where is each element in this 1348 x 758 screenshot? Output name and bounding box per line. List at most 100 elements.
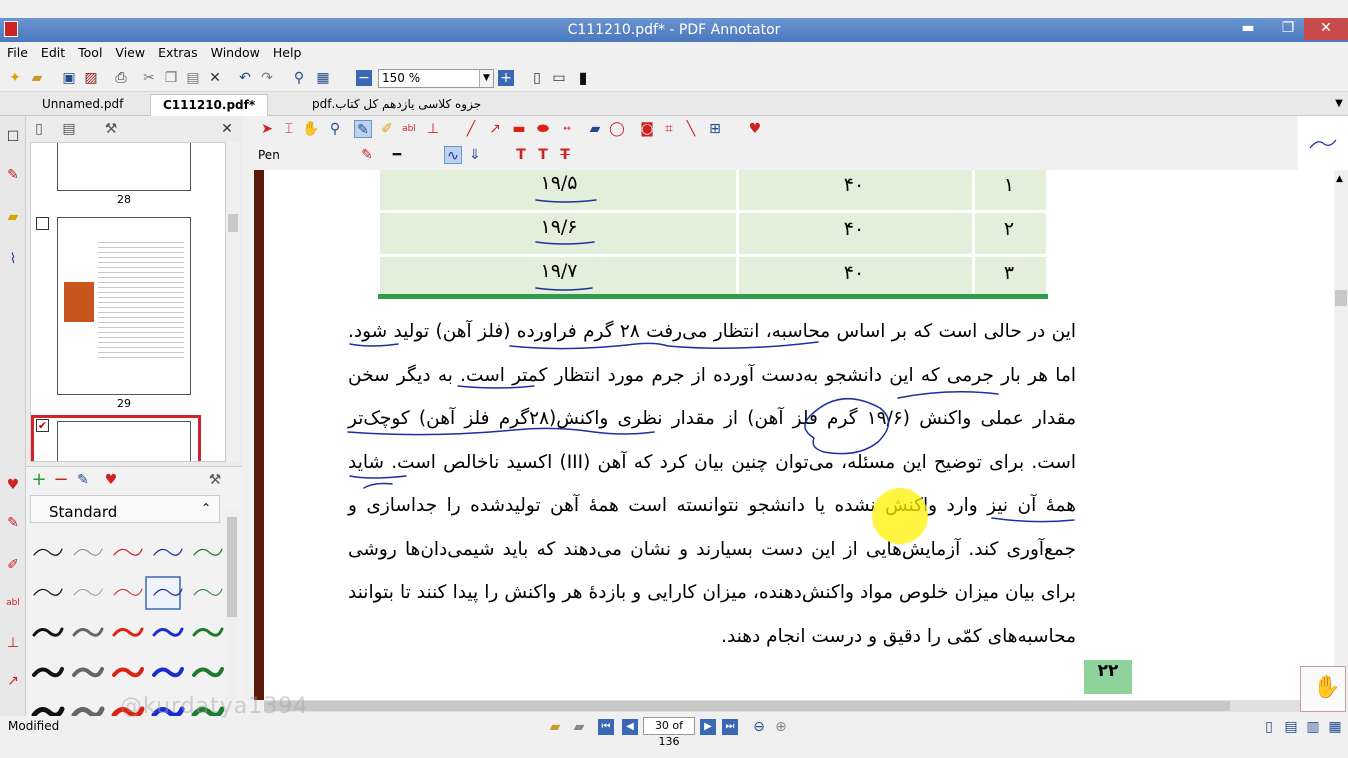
- pressure-icon[interactable]: ⇓: [466, 146, 484, 164]
- single-page-view-icon[interactable]: ▯: [1260, 718, 1278, 736]
- pen-set-header[interactable]: Standard ⌃: [30, 495, 220, 523]
- stamp-icon[interactable]: ⊥: [424, 120, 442, 138]
- previous-page-icon[interactable]: ◀: [622, 719, 638, 735]
- add-icon[interactable]: +: [30, 471, 48, 489]
- pen-tool-icon[interactable]: ✎: [4, 514, 22, 532]
- thumbnails-list[interactable]: 28 29 ✔: [30, 142, 226, 462]
- stamp-icon[interactable]: ⊥: [4, 634, 22, 652]
- paste-icon[interactable]: ▤: [184, 69, 202, 87]
- tab-jozveh[interactable]: جزوه کلاسی یازدهم کل کتاب.pdf: [300, 94, 493, 116]
- open-folder-icon[interactable]: ▰: [28, 69, 46, 87]
- text-select-icon[interactable]: ⌶: [280, 120, 298, 138]
- smooth-stroke-icon[interactable]: ∿: [444, 146, 462, 164]
- fullscreen-icon[interactable]: ▮: [574, 69, 592, 87]
- menu-tool[interactable]: Tool: [71, 42, 108, 60]
- crop-icon[interactable]: ⌗: [660, 120, 678, 138]
- back-folder-icon[interactable]: ▰: [546, 718, 564, 736]
- thumbnail-scrollbar[interactable]: [226, 142, 240, 462]
- zoom-in-icon[interactable]: +: [498, 70, 514, 86]
- facing-continuous-view-icon[interactable]: ▦: [1326, 718, 1344, 736]
- hand-icon[interactable]: ✋: [302, 120, 320, 138]
- history-forward-icon[interactable]: ⊕: [772, 718, 790, 736]
- select-arrow-icon[interactable]: ➤: [258, 120, 276, 138]
- menu-extras[interactable]: Extras: [151, 42, 204, 60]
- find-icon[interactable]: ⚲: [290, 69, 308, 87]
- tab-list-icon[interactable]: ▼: [1330, 95, 1348, 113]
- ruler-icon[interactable]: ╲: [682, 120, 700, 138]
- history-back-icon[interactable]: ⊖: [750, 718, 768, 736]
- menu-edit[interactable]: Edit: [34, 42, 71, 60]
- tab-unnamed[interactable]: Unnamed.pdf: [30, 94, 135, 116]
- cut-icon[interactable]: ✂: [140, 69, 158, 87]
- highlighter-icon[interactable]: ✐: [4, 556, 22, 574]
- folder-icon[interactable]: ▰: [4, 208, 22, 226]
- text-box-icon[interactable]: abl: [400, 120, 418, 138]
- restore-button[interactable]: ❐: [1270, 18, 1306, 40]
- save-as-icon[interactable]: ▨: [82, 69, 100, 87]
- redo-icon[interactable]: ↷: [258, 69, 276, 87]
- favorites-heart-icon[interactable]: ♥: [746, 120, 764, 138]
- page-checkbox-icon[interactable]: ☐: [4, 128, 22, 146]
- page-layout-icon[interactable]: ▦: [314, 69, 332, 87]
- scroll-up-icon[interactable]: ▲: [1336, 174, 1343, 184]
- arrow-line-icon[interactable]: ↗: [486, 120, 504, 138]
- eraser-icon[interactable]: ▰: [586, 120, 604, 138]
- first-page-icon[interactable]: ⏮: [598, 719, 614, 735]
- menu-window[interactable]: Window: [204, 42, 266, 60]
- camera-icon[interactable]: ◙: [638, 120, 656, 138]
- menu-help[interactable]: Help: [266, 42, 308, 60]
- edit-pen-icon[interactable]: ✎: [74, 471, 92, 489]
- text-insert-icon[interactable]: T: [512, 146, 530, 164]
- pen-color-icon[interactable]: ✎: [358, 146, 376, 164]
- zoom-select[interactable]: 150 % ▼: [378, 69, 494, 88]
- text-underline-icon[interactable]: T: [534, 146, 552, 164]
- magnifier-icon[interactable]: ⚲: [326, 120, 344, 138]
- pen-tool-icon[interactable]: ✎: [354, 120, 372, 138]
- ellipse-icon[interactable]: ⬬: [534, 120, 552, 138]
- undo-icon[interactable]: ↶: [236, 69, 254, 87]
- thumbnail-checkbox[interactable]: [36, 217, 49, 230]
- close-button[interactable]: ✕: [1304, 18, 1348, 40]
- text-box-icon[interactable]: abl: [4, 594, 22, 612]
- panel-close-icon[interactable]: ✕: [218, 120, 236, 138]
- facing-view-icon[interactable]: ▥: [1304, 718, 1322, 736]
- measure-icon[interactable]: ↔: [558, 120, 576, 138]
- pen-icon[interactable]: ✎: [4, 166, 22, 184]
- highlighter-icon[interactable]: ✐: [378, 120, 396, 138]
- thumbnail-page-28[interactable]: [57, 143, 191, 191]
- pen-swatches[interactable]: [28, 533, 224, 717]
- zoom-out-icon[interactable]: −: [356, 70, 372, 86]
- text-strikeout-icon[interactable]: T: [556, 146, 574, 164]
- horizontal-scrollbar[interactable]: [264, 700, 1334, 712]
- pen-panel-scrollbar[interactable]: [226, 507, 238, 717]
- scroll-thumb[interactable]: [1335, 290, 1347, 306]
- wrench-icon[interactable]: ⚒: [102, 120, 120, 138]
- attachment-icon[interactable]: ⌇: [4, 250, 22, 268]
- arrow-icon[interactable]: ↗: [4, 672, 22, 690]
- remove-icon[interactable]: −: [52, 471, 70, 489]
- thumbnail-page-29[interactable]: [57, 217, 191, 395]
- collapse-icon[interactable]: ⌃: [201, 501, 211, 515]
- line-icon[interactable]: ╱: [462, 120, 480, 138]
- heart-icon[interactable]: ♥: [102, 471, 120, 489]
- insert-image-icon[interactable]: ⊞: [706, 120, 724, 138]
- last-page-icon[interactable]: ⏭: [722, 719, 738, 735]
- rectangle-icon[interactable]: ▬: [510, 120, 528, 138]
- chevron-down-icon[interactable]: ▼: [479, 70, 493, 87]
- menu-file[interactable]: File: [0, 42, 34, 60]
- tab-c111210[interactable]: C111210.pdf*: [150, 94, 269, 116]
- page-number-input[interactable]: 30 of 136: [643, 717, 695, 748]
- continuous-view-icon[interactable]: ▤: [1282, 718, 1300, 736]
- favorite-heart-icon[interactable]: ♥: [4, 476, 22, 494]
- view-options-icon[interactable]: ▤: [60, 120, 78, 138]
- copy-icon[interactable]: ❐: [162, 69, 180, 87]
- next-page-icon[interactable]: ▶: [700, 719, 716, 735]
- thumbnail-page-30[interactable]: [57, 421, 191, 461]
- page-icon[interactable]: ▯: [30, 120, 48, 138]
- delete-icon[interactable]: ✕: [206, 69, 224, 87]
- save-icon[interactable]: ▣: [60, 69, 78, 87]
- line-width-icon[interactable]: ━: [388, 146, 406, 164]
- fit-width-icon[interactable]: ▭: [550, 69, 568, 87]
- scroll-thumb[interactable]: [264, 701, 1230, 711]
- fit-page-icon[interactable]: ▯: [528, 69, 546, 87]
